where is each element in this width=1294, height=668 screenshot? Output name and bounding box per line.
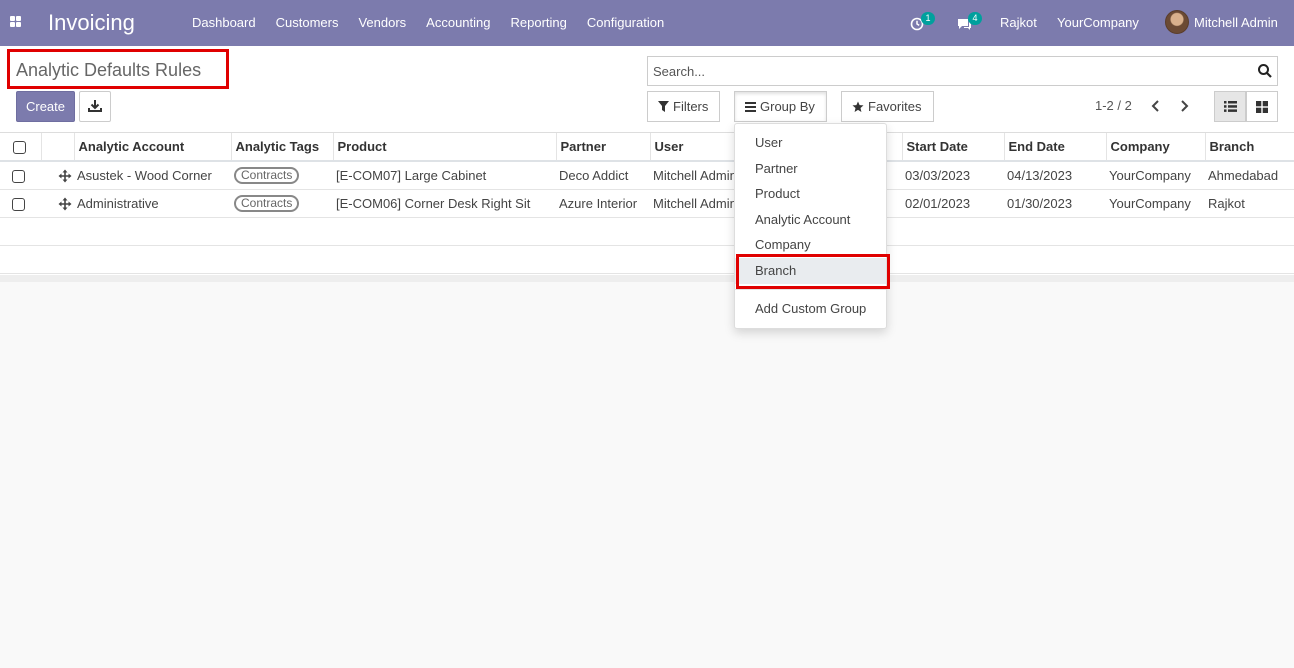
empty-row (0, 245, 1294, 274)
export-button[interactable] (79, 91, 111, 122)
kanban-view-button[interactable] (1246, 91, 1278, 122)
list-view-button[interactable] (1214, 91, 1246, 122)
company-switcher[interactable]: YourCompany (1057, 0, 1139, 46)
star-icon (852, 101, 864, 112)
row-handle-cell (41, 189, 74, 218)
cell-analytic-account: Asustek - Wood Corner (74, 161, 231, 190)
column-partner[interactable]: Partner (555, 133, 650, 162)
row-checkbox[interactable] (12, 197, 25, 211)
messages-badge: 4 (968, 12, 982, 25)
select-all-cell (0, 133, 41, 162)
cell-analytic-account: Administrative (74, 189, 231, 218)
tag-badge: Contracts (234, 166, 300, 184)
dropdown-divider (735, 289, 886, 290)
menu-accounting[interactable]: Accounting (416, 0, 500, 46)
group-by-option-partner[interactable]: Partner (735, 156, 886, 182)
cell-product: [E-COM07] Large Cabinet (333, 161, 556, 190)
cell-start-date: 02/01/2023 (902, 189, 1004, 218)
column-end-date[interactable]: End Date (1003, 133, 1106, 162)
cell-end-date: 01/30/2023 (1004, 189, 1106, 218)
main-menu: Dashboard Customers Vendors Accounting R… (182, 0, 674, 46)
filters-label: Filters (673, 99, 709, 114)
column-analytic-tags[interactable]: Analytic Tags (230, 133, 333, 162)
empty-row (0, 217, 1294, 246)
group-by-button[interactable]: Group By (734, 91, 827, 122)
cell-end-date: 04/13/2023 (1004, 161, 1106, 190)
tag-badge: Contracts (234, 194, 300, 212)
chevron-right-icon (1181, 100, 1189, 112)
drag-handle-icon[interactable] (58, 169, 72, 183)
cell-branch: Rajkot (1205, 189, 1294, 218)
add-custom-group[interactable]: Add Custom Group (735, 296, 886, 322)
column-product[interactable]: Product (332, 133, 556, 162)
search-button[interactable] (1257, 63, 1273, 79)
favorites-button[interactable]: Favorites (841, 91, 934, 122)
download-icon (88, 100, 102, 112)
cell-partner: Azure Interior (556, 189, 650, 218)
column-branch[interactable]: Branch (1204, 133, 1294, 162)
filter-icon (658, 101, 669, 112)
group-by-dropdown: User Partner Product Analytic Account Co… (734, 123, 890, 329)
column-analytic-account[interactable]: Analytic Account (73, 133, 231, 162)
list-bars-icon (745, 101, 756, 112)
row-select-cell (0, 161, 41, 190)
menu-vendors[interactable]: Vendors (348, 0, 416, 46)
top-navbar: Invoicing Dashboard Customers Vendors Ac… (0, 0, 1294, 46)
cell-company: YourCompany (1106, 189, 1205, 218)
group-by-option-company[interactable]: Company (735, 232, 886, 258)
column-company[interactable]: Company (1105, 133, 1205, 162)
list-view: Analytic Account Analytic Tags Product P… (0, 133, 1294, 282)
select-all-checkbox[interactable] (13, 141, 26, 155)
pager-previous[interactable] (1148, 98, 1164, 114)
user-avatar[interactable] (1165, 10, 1189, 34)
group-by-label: Group By (760, 99, 815, 114)
cell-product: [E-COM06] Corner Desk Right Sit (333, 189, 556, 218)
table-header-row: Analytic Account Analytic Tags Product P… (0, 133, 1294, 162)
analytic-defaults-table: Analytic Account Analytic Tags Product P… (0, 133, 1294, 274)
cell-partner: Deco Addict (556, 161, 650, 190)
branch-switcher[interactable]: Rajkot (1000, 0, 1037, 46)
activity-badge: 1 (921, 12, 935, 25)
pager-next[interactable] (1176, 98, 1192, 114)
row-handle-cell (41, 161, 74, 190)
column-start-date[interactable]: Start Date (901, 133, 1004, 162)
search-icon (1258, 64, 1272, 78)
menu-customers[interactable]: Customers (266, 0, 349, 46)
kanban-view-icon (1256, 100, 1268, 113)
search-bar (647, 56, 1278, 86)
table-row[interactable]: Administrative Contracts [E-COM06] Corne… (0, 189, 1294, 218)
filters-button[interactable]: Filters (647, 91, 720, 122)
page-title: Analytic Defaults Rules (16, 60, 202, 80)
row-checkbox[interactable] (12, 169, 25, 183)
handle-column (40, 133, 74, 162)
cell-analytic-tags: Contracts (231, 161, 333, 190)
chevron-left-icon (1151, 100, 1159, 112)
group-by-option-user[interactable]: User (735, 130, 886, 156)
search-input[interactable] (648, 57, 1248, 85)
user-menu[interactable]: Mitchell Admin (1194, 0, 1278, 46)
control-panel: Analytic Defaults Rules Create Filters G… (0, 46, 1294, 133)
pager-value[interactable]: 1-2 / 2 (1095, 98, 1132, 113)
list-view-icon (1223, 101, 1237, 112)
create-button[interactable]: Create (16, 91, 75, 122)
menu-dashboard[interactable]: Dashboard (182, 0, 266, 46)
group-by-option-analytic-account[interactable]: Analytic Account (735, 207, 886, 233)
row-select-cell (0, 189, 41, 218)
cell-start-date: 03/03/2023 (902, 161, 1004, 190)
cell-company: YourCompany (1106, 161, 1205, 190)
table-row[interactable]: Asustek - Wood Corner Contracts [E-COM07… (0, 161, 1294, 190)
cell-analytic-tags: Contracts (231, 189, 333, 218)
favorites-label: Favorites (868, 99, 922, 114)
cell-branch: Ahmedabad (1205, 161, 1294, 190)
app-title[interactable]: Invoicing (48, 10, 135, 36)
apps-menu-icon[interactable] (10, 16, 22, 28)
group-by-option-product[interactable]: Product (735, 181, 886, 207)
menu-configuration[interactable]: Configuration (577, 0, 674, 46)
drag-handle-icon[interactable] (58, 197, 72, 211)
group-by-option-branch[interactable]: Branch (735, 258, 886, 284)
menu-reporting[interactable]: Reporting (501, 0, 577, 46)
